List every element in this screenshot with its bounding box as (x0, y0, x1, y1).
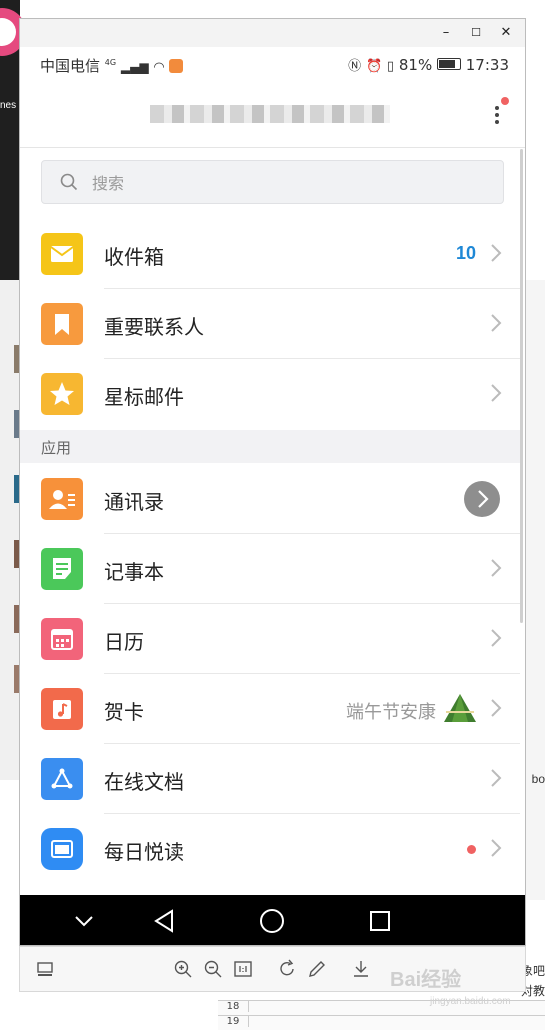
app-contacts[interactable]: 通讯录 (20, 464, 520, 534)
section-header-apps: 应用 (20, 430, 520, 463)
row-number: 19 (218, 1016, 249, 1027)
star-icon (41, 373, 83, 415)
app-daily-reading[interactable]: 每日悦读 (20, 814, 520, 884)
wifi-icon: ◠ (153, 60, 165, 75)
reading-icon (41, 828, 83, 870)
document-share-icon (41, 758, 83, 800)
chevron-right-icon (491, 839, 502, 857)
carrier-name: 中国电信 (40, 57, 101, 75)
phone-status-bar: 中国电信 4G ▂▄▆ ◠ Ⓝ ⏰ ▯ 81% 17:33 (20, 47, 525, 83)
bookmark-icon (41, 303, 83, 345)
app-label: 每日悦读 (104, 840, 184, 864)
mailbox-label: 收件箱 (104, 245, 164, 269)
chevron-right-icon (491, 244, 502, 262)
battery-percent: 81% (398, 56, 433, 74)
chevron-right-icon (491, 699, 502, 717)
nfc-icon: Ⓝ (348, 59, 362, 74)
card-icon (41, 688, 83, 730)
new-content-dot (467, 845, 476, 854)
zoom-out-icon[interactable] (202, 958, 224, 980)
search-box[interactable] (41, 160, 504, 204)
back-icon[interactable] (144, 903, 184, 939)
maximize-button[interactable]: ☐ (463, 21, 489, 45)
contacts-icon (41, 478, 83, 520)
close-button[interactable]: ✕ (493, 21, 519, 45)
battery-icon (436, 58, 461, 70)
chevron-right-icon (491, 384, 502, 402)
window-titlebar: – ☐ ✕ (20, 19, 525, 47)
download-icon[interactable] (350, 958, 372, 980)
network-type: 4G (104, 58, 117, 67)
floating-chevron-button[interactable] (464, 481, 500, 517)
zongzi-icon (444, 694, 476, 722)
itunes-label: nes (0, 100, 17, 111)
home-icon[interactable] (252, 903, 292, 939)
more-menu-button[interactable] (491, 97, 509, 131)
more-dots-icon (495, 106, 499, 110)
watermark-url: jingyan.baidu.com (430, 996, 511, 1007)
section-title: 应用 (41, 439, 72, 457)
chevron-right-icon (491, 314, 502, 332)
side-text: bo (531, 772, 545, 786)
vibrate-icon: ▯ (386, 59, 395, 74)
mailbox-important-contacts[interactable]: 重要联系人 (20, 289, 520, 359)
envelope-icon (41, 233, 83, 275)
recents-icon[interactable] (360, 903, 400, 939)
screen-layout-icon[interactable] (34, 958, 56, 980)
mailbox-label: 星标邮件 (104, 385, 184, 409)
signal-icon: ▂▄▆ (120, 60, 149, 74)
collapse-down-icon[interactable] (64, 903, 104, 939)
minimize-button[interactable]: – (433, 21, 459, 45)
zoom-in-icon[interactable] (172, 958, 194, 980)
app-label: 在线文档 (104, 770, 184, 794)
app-calendar[interactable]: 日历 (20, 604, 520, 674)
unread-count: 10 (455, 243, 476, 263)
mailbox-inbox[interactable]: 收件箱 10 (20, 219, 520, 289)
desktop-right-panel (525, 280, 545, 900)
blurred-account-name (150, 105, 390, 123)
note-icon (41, 548, 83, 590)
sheet-row: 19 (218, 1015, 545, 1030)
mailbox-starred[interactable]: 星标邮件 (20, 359, 520, 429)
status-right: Ⓝ ⏰ ▯ 81% 17:33 (348, 55, 509, 74)
mailbox-label: 重要联系人 (104, 315, 204, 339)
search-input[interactable] (90, 171, 474, 195)
pen-icon[interactable] (306, 958, 328, 980)
app-label: 通讯录 (104, 490, 164, 514)
festival-greeting-hint: 端午节安康 (346, 702, 436, 723)
notification-dot (501, 97, 509, 105)
carrier-info: 中国电信 4G ▂▄▆ ◠ (40, 55, 184, 76)
alarm-icon: ⏰ (365, 59, 383, 74)
app-greeting-card[interactable]: 贺卡 端午节安康 (20, 674, 520, 744)
rotate-icon[interactable] (276, 958, 298, 980)
scrollbar[interactable] (520, 149, 523, 623)
app-label: 记事本 (104, 560, 164, 584)
app-notes[interactable]: 记事本 (20, 534, 520, 604)
account-header (20, 83, 525, 148)
chevron-right-icon (478, 490, 489, 508)
watermark: Bai经验 (390, 969, 462, 991)
app-label: 日历 (104, 630, 144, 654)
chevron-right-icon (491, 769, 502, 787)
chevron-right-icon (491, 629, 502, 647)
app-notification-icon (169, 59, 184, 73)
calendar-icon (41, 618, 83, 660)
app-label: 贺卡 (104, 700, 144, 724)
clock-time: 17:33 (465, 56, 509, 74)
search-icon (60, 173, 78, 191)
row-number: 18 (218, 1001, 249, 1012)
app-online-docs[interactable]: 在线文档 (20, 744, 520, 814)
phone-mirror-window: – ☐ ✕ 中国电信 4G ▂▄▆ ◠ Ⓝ ⏰ ▯ 81% 17:33 搜索 收… (19, 18, 526, 946)
android-nav-bar (20, 895, 525, 945)
actual-size-icon[interactable] (232, 958, 254, 980)
chevron-right-icon (491, 559, 502, 577)
